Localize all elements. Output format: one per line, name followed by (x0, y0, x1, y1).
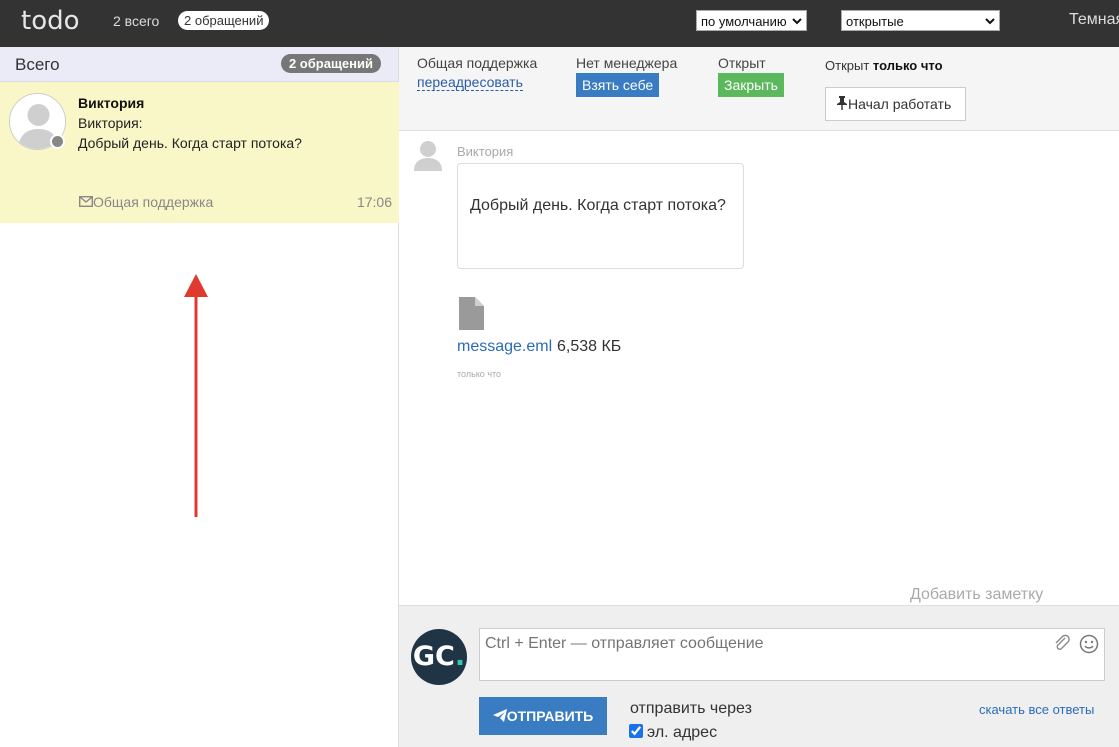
requests-count-pill[interactable]: 2 обращений (178, 11, 270, 30)
ticket-group-label: Общая поддержка (93, 194, 214, 210)
ticket-from: Виктория: (78, 115, 143, 131)
message-time: только что (457, 369, 502, 379)
take-button[interactable]: Взять себе (576, 73, 660, 97)
ticket-list-panel: Всего 2 обращений Виктория Виктория: Доб… (0, 47, 399, 747)
status-select-value: открытые (846, 14, 904, 29)
agent-avatar: GC. (411, 629, 467, 685)
message-text: Добрый день. Когда старт потока? (470, 197, 726, 214)
status-select[interactable]: открытые (841, 10, 1000, 31)
forward-link[interactable]: переадресовать (417, 74, 523, 91)
ticket-preview: Добрый день. Когда старт потока? (78, 135, 302, 151)
top-bar: todo 2 всего 2 обращений по умолчанию от… (0, 0, 1119, 47)
ticket-list-item[interactable]: Виктория Виктория: Добрый день. Когда ст… (0, 82, 399, 223)
status-dot (50, 134, 65, 149)
message-area: Виктория Добрый день. Когда старт потока… (399, 131, 1119, 605)
reply-input[interactable] (479, 628, 1105, 681)
group-label: Общая поддержка (417, 55, 538, 71)
attachment-size: 6,538 КБ (557, 338, 622, 355)
email-channel-option[interactable]: эл. адрес (629, 724, 717, 742)
sort-select-value: по умолчанию (701, 14, 787, 29)
status-label: Открыт (718, 55, 766, 71)
agent-avatar-text: GC (412, 641, 455, 672)
paper-plane-icon (492, 709, 507, 722)
app-logo[interactable]: todo (21, 6, 80, 36)
start-work-label: Начал работать (848, 96, 952, 112)
ticket-author: Виктория (78, 95, 145, 111)
compose-area: GC. ОТПРАВИТЬ отправить через эл. адрес … (399, 605, 1119, 747)
chevron-down-icon (792, 11, 802, 39)
opened-info: Открыт только что (825, 58, 943, 73)
opened-prefix: Открыт (825, 58, 870, 73)
ticket-time: 17:06 (356, 194, 392, 210)
emoji-icon[interactable] (1079, 634, 1099, 654)
agent-avatar-dot: . (454, 641, 466, 672)
total-count[interactable]: 2 всего (113, 13, 159, 29)
add-note-button[interactable]: Добавить заметку (910, 586, 1043, 604)
close-button[interactable]: Закрыть (718, 73, 784, 97)
message-bubble: Добрый день. Когда старт потока? (457, 163, 744, 269)
email-option-label: эл. адрес (647, 724, 718, 741)
ticket-count-badge: 2 обращений (280, 54, 381, 73)
opened-when: только что (872, 58, 943, 73)
paperclip-icon[interactable] (1053, 634, 1071, 657)
ticket-list-title: Всего (15, 55, 60, 74)
annotation-arrow (184, 274, 208, 517)
sort-select[interactable]: по умолчанию (696, 10, 807, 31)
send-button-label: ОТПРАВИТЬ (506, 708, 594, 724)
download-all-link[interactable]: скачать все ответы (979, 702, 1094, 717)
message-sender: Виктория (457, 144, 514, 159)
envelope-icon (78, 195, 94, 208)
file-icon (459, 297, 484, 330)
conversation-panel: Общая поддержка переадресовать Нет менед… (399, 47, 1119, 747)
ticket-group: Общая поддержка (78, 194, 214, 210)
avatar (413, 139, 443, 171)
chevron-down-icon (985, 11, 995, 39)
manager-label: Нет менеджера (576, 55, 678, 71)
pin-icon (837, 96, 847, 110)
send-button[interactable]: ОТПРАВИТЬ (479, 697, 607, 735)
theme-toggle[interactable]: Темная (1069, 11, 1119, 29)
start-work-button[interactable]: Начал работать (825, 87, 966, 121)
email-checkbox[interactable] (629, 724, 643, 738)
send-via-label: отправить через (630, 700, 752, 717)
ticket-list-header: Всего 2 обращений (0, 47, 398, 82)
conversation-header: Общая поддержка переадресовать Нет менед… (399, 47, 1119, 131)
attachment-link[interactable]: message.eml (457, 338, 552, 356)
